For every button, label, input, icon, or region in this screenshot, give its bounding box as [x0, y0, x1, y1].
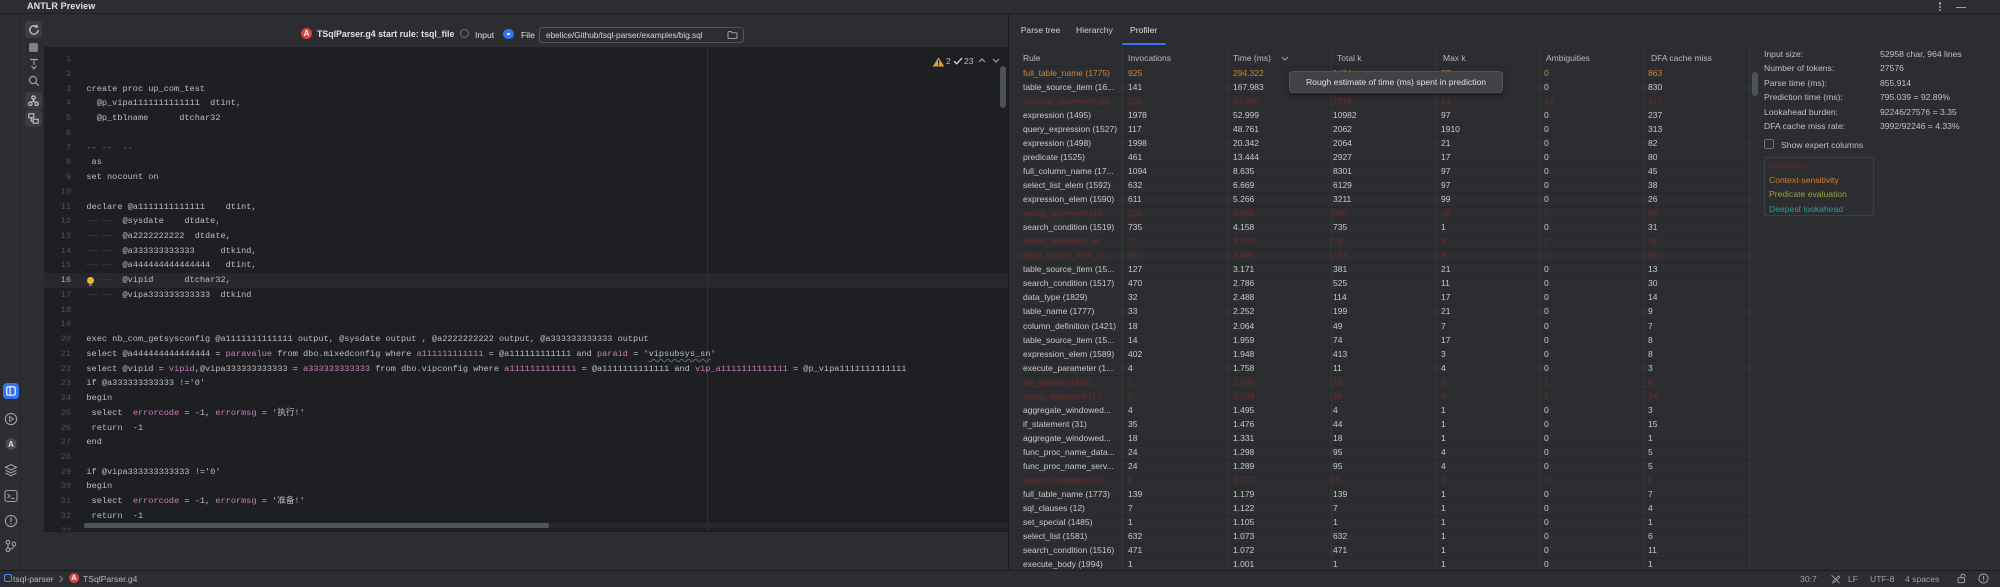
svg-text:A: A: [8, 440, 14, 449]
